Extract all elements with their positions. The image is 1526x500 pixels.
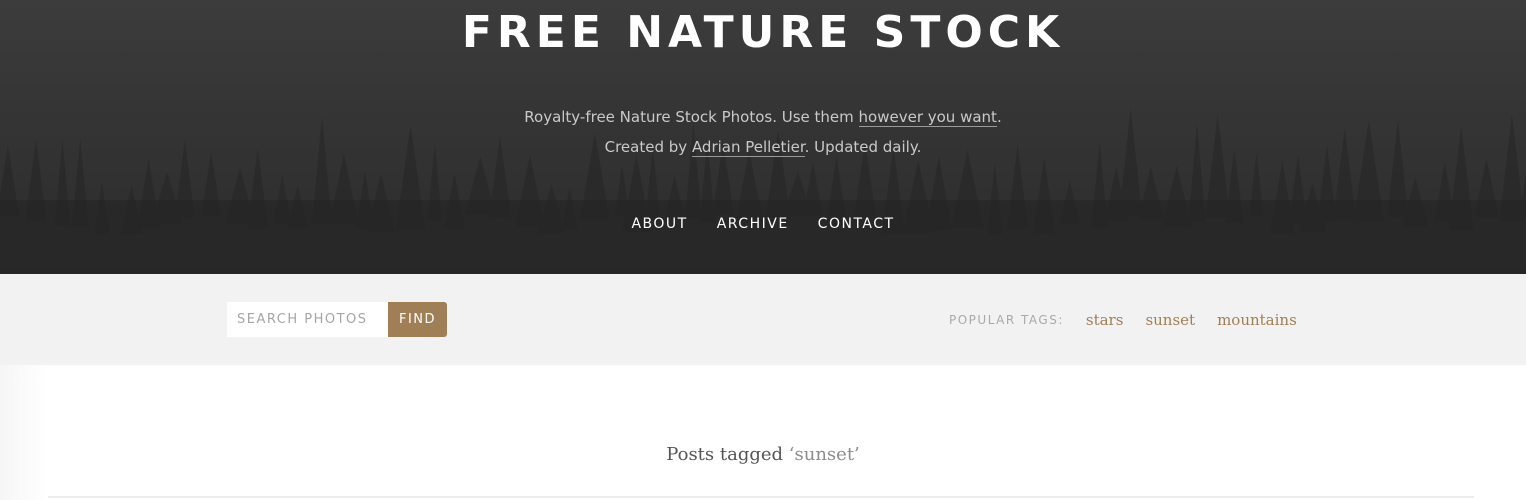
search-toolbar: FIND POPULAR TAGS: stars sunset mountain… (0, 274, 1526, 365)
search-input[interactable] (227, 302, 388, 337)
popular-tags-label: POPULAR TAGS: (949, 313, 1064, 327)
page-edge-shadow (0, 365, 48, 500)
nav-contact[interactable]: CONTACT (818, 213, 895, 235)
site-title[interactable]: FREE NATURE STOCK (0, 6, 1526, 60)
nav-about[interactable]: ABOUT (631, 213, 687, 235)
find-button[interactable]: FIND (388, 302, 447, 337)
author-link[interactable]: Adrian Pelletier (691, 138, 805, 157)
main-content: Posts tagged ‘sunset’ (0, 365, 1526, 500)
tag-link-mountains[interactable]: mountains (1217, 311, 1297, 329)
tagline-text: . Updated daily. (804, 138, 922, 156)
page-title-prefix: Posts tagged (666, 444, 789, 465)
however-you-want-link[interactable]: however you want (858, 108, 997, 127)
tag-link-sunset[interactable]: sunset (1145, 311, 1195, 329)
tag-link-stars[interactable]: stars (1086, 311, 1124, 329)
page-title-tag: ‘sunset’ (788, 444, 860, 465)
nav-archive[interactable]: ARCHIVE (717, 213, 789, 235)
forest-floor (0, 200, 1526, 274)
main-nav: ABOUT ARCHIVE CONTACT (0, 213, 1526, 235)
tagline-text: Created by (604, 138, 692, 156)
tagline-text: . (996, 108, 1002, 126)
popular-tags: POPULAR TAGS: stars sunset mountains (949, 309, 1297, 331)
tagline-text: Royalty-free Nature Stock Photos. Use th… (524, 108, 859, 126)
tagline: Royalty-free Nature Stock Photos. Use th… (0, 102, 1526, 162)
page-title: Posts tagged ‘sunset’ (0, 442, 1526, 468)
divider (48, 496, 1474, 498)
site-header: FREE NATURE STOCK Royalty-free Nature St… (0, 0, 1526, 274)
